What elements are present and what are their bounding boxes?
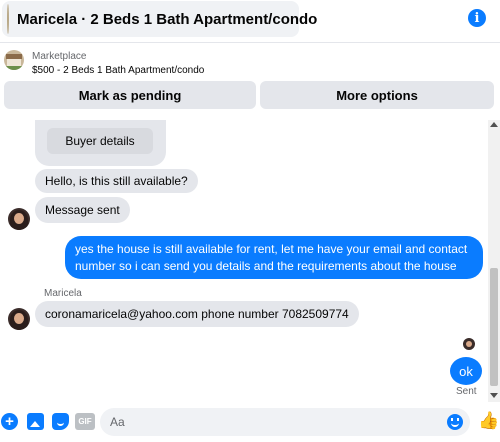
plus-icon[interactable]: + xyxy=(1,413,18,430)
gif-icon[interactable]: GIF xyxy=(75,413,95,430)
photo-icon[interactable] xyxy=(27,413,44,430)
message-bubble-outgoing: yes the house is still available for ren… xyxy=(65,236,483,279)
buyer-details-button[interactable]: Buyer details xyxy=(47,128,153,154)
avatar[interactable] xyxy=(8,208,30,230)
sent-status: Sent xyxy=(456,386,477,397)
conversation-title-button[interactable]: Maricela · 2 Beds 1 Bath Apartment/condo xyxy=(2,1,317,37)
listing-thumbnail-small[interactable] xyxy=(4,50,24,70)
mark-as-pending-button[interactable]: Mark as pending xyxy=(4,81,256,109)
message-bubble-incoming: Hello, is this still available? xyxy=(35,169,198,193)
listing-thumbnail xyxy=(7,4,9,34)
message-bubble-outgoing: ok xyxy=(450,357,482,385)
scroll-up-icon[interactable] xyxy=(490,122,498,127)
message-bubble-incoming: coronamaricela@yahoo.com phone number 70… xyxy=(35,301,359,327)
sender-name: Maricela xyxy=(44,288,82,299)
thumbs-up-icon[interactable]: 👍 xyxy=(478,412,499,430)
buyer-details-card: Buyer details xyxy=(35,120,166,166)
read-receipt-avatar xyxy=(463,338,475,350)
message-thread: Buyer details Hello, is this still avail… xyxy=(0,120,488,402)
marketplace-label: Marketplace xyxy=(32,51,87,62)
conversation-header: Maricela · 2 Beds 1 Bath Apartment/condo… xyxy=(0,0,500,43)
marketplace-banner: Marketplace $500 - 2 Beds 1 Bath Apartme… xyxy=(0,44,500,120)
message-composer: + GIF 👍 xyxy=(0,402,500,442)
scroll-down-icon[interactable] xyxy=(490,393,498,398)
scrollbar-thumb[interactable] xyxy=(490,268,498,386)
emoji-icon[interactable] xyxy=(447,414,463,430)
listing-price-title[interactable]: $500 - 2 Beds 1 Bath Apartment/condo xyxy=(32,65,204,76)
avatar[interactable] xyxy=(8,308,30,330)
message-input[interactable] xyxy=(100,408,470,436)
info-icon[interactable]: i xyxy=(468,9,486,27)
message-bubble-incoming: Message sent xyxy=(35,197,130,223)
conversation-title: Maricela · 2 Beds 1 Bath Apartment/condo xyxy=(17,10,318,28)
sticker-icon[interactable] xyxy=(52,413,69,430)
more-options-button[interactable]: More options xyxy=(260,81,494,109)
scrollbar[interactable] xyxy=(488,120,500,402)
